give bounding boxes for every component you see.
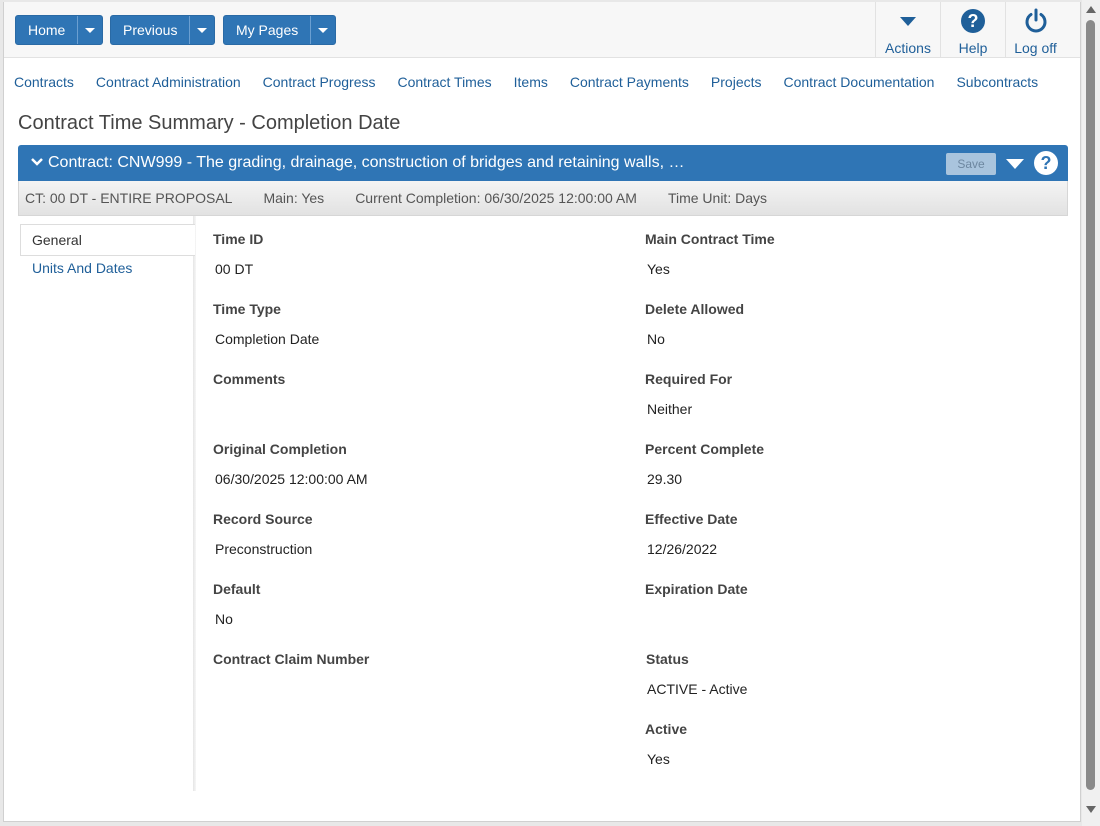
help-label: Help xyxy=(958,40,988,56)
top-toolbar: Home Previous My Pages Actions ? Help Lo… xyxy=(4,2,1080,58)
time-id-value: 00 DT xyxy=(215,261,254,277)
help-button[interactable]: ? Help xyxy=(940,2,1005,58)
actions-button[interactable]: Actions xyxy=(875,2,940,58)
tab-general[interactable]: General xyxy=(20,224,195,256)
actions-label: Actions xyxy=(885,40,931,56)
caret-down-icon[interactable] xyxy=(1006,159,1024,169)
active-label: Active xyxy=(645,721,688,737)
main-contract-time-value: Yes xyxy=(647,261,670,277)
original-completion-value: 06/30/2025 12:00:00 AM xyxy=(215,471,368,487)
save-button[interactable]: Save xyxy=(946,153,996,175)
caret-down-icon xyxy=(900,16,916,26)
required-for-value: Neither xyxy=(647,401,693,417)
time-type-label: Time Type xyxy=(213,301,281,317)
summary-time-unit: Time Unit: Days xyxy=(667,190,767,206)
caret-down-icon xyxy=(318,27,329,33)
delete-allowed-label: Delete Allowed xyxy=(645,301,745,317)
time-id-label: Time ID xyxy=(213,231,264,247)
nav-contract-administration[interactable]: Contract Administration xyxy=(96,74,241,90)
main-nav: Contracts Contract Administration Contra… xyxy=(14,74,1060,90)
logoff-button[interactable]: Log off xyxy=(1005,2,1065,58)
previous-split-button: Previous xyxy=(110,15,216,45)
contract-title: Contract: CNW999 - The grading, drainage… xyxy=(48,154,685,171)
help-icon: ? xyxy=(961,9,985,33)
scroll-up-icon[interactable] xyxy=(1086,6,1096,13)
my-pages-split-button: My Pages xyxy=(223,15,337,45)
scroll-thumb[interactable] xyxy=(1086,20,1095,790)
main-contract-time-label: Main Contract Time xyxy=(645,231,775,247)
chevron-down-icon[interactable] xyxy=(30,155,44,169)
side-tabs: General Units And Dates xyxy=(20,224,195,790)
nav-contract-progress[interactable]: Contract Progress xyxy=(263,74,376,90)
original-completion-label: Original Completion xyxy=(213,441,347,457)
home-dropdown-button[interactable] xyxy=(78,16,102,44)
active-value: Yes xyxy=(647,751,670,767)
caret-down-icon xyxy=(85,27,96,33)
vertical-scrollbar[interactable] xyxy=(1082,0,1100,826)
scroll-down-icon[interactable] xyxy=(1086,806,1096,813)
home-split-button: Home xyxy=(15,15,104,45)
summary-main: Main: Yes xyxy=(263,190,325,206)
status-label: Status xyxy=(646,651,689,667)
required-for-label: Required For xyxy=(645,371,733,387)
delete-allowed-value: No xyxy=(647,331,665,347)
app-window: Home Previous My Pages Actions ? Help Lo… xyxy=(3,2,1081,822)
nav-projects[interactable]: Projects xyxy=(711,74,762,90)
contract-header[interactable]: Contract: CNW999 - The grading, drainage… xyxy=(18,145,1068,181)
record-source-label: Record Source xyxy=(213,511,313,527)
logoff-label: Log off xyxy=(1014,40,1057,56)
effective-date-label: Effective Date xyxy=(645,511,738,527)
my-pages-button[interactable]: My Pages xyxy=(224,16,312,44)
effective-date-value: 12/26/2022 xyxy=(647,541,718,557)
page-title: Contract Time Summary - Completion Date xyxy=(18,112,401,134)
status-value: ACTIVE - Active xyxy=(647,681,748,697)
contract-claim-number-label: Contract Claim Number xyxy=(213,651,370,667)
nav-contract-times[interactable]: Contract Times xyxy=(397,74,491,90)
help-icon[interactable]: ? xyxy=(1034,151,1058,175)
nav-contracts[interactable]: Contracts xyxy=(14,74,74,90)
caret-down-icon xyxy=(197,27,208,33)
record-source-value: Preconstruction xyxy=(215,541,313,557)
percent-complete-value: 29.30 xyxy=(647,471,683,487)
expiration-date-label: Expiration Date xyxy=(645,581,748,597)
default-value: No xyxy=(215,611,233,627)
home-button[interactable]: Home xyxy=(16,16,79,44)
contract-summary-bar: CT: 00 DT - ENTIRE PROPOSAL Main: Yes Cu… xyxy=(18,181,1068,216)
power-icon xyxy=(1025,8,1046,33)
comments-label: Comments xyxy=(213,371,286,387)
nav-items[interactable]: Items xyxy=(514,74,548,90)
percent-complete-label: Percent Complete xyxy=(645,441,765,457)
time-type-value: Completion Date xyxy=(215,331,320,347)
nav-contract-payments[interactable]: Contract Payments xyxy=(570,74,689,90)
summary-ct: CT: 00 DT - ENTIRE PROPOSAL xyxy=(25,190,233,206)
tab-units-and-dates[interactable]: Units And Dates xyxy=(20,260,132,276)
previous-button[interactable]: Previous xyxy=(111,16,191,44)
default-label: Default xyxy=(213,581,261,597)
nav-subcontracts[interactable]: Subcontracts xyxy=(956,74,1038,90)
my-pages-dropdown-button[interactable] xyxy=(311,16,335,44)
previous-dropdown-button[interactable] xyxy=(190,16,214,44)
summary-current-completion: Current Completion: 06/30/2025 12:00:00 … xyxy=(355,190,637,206)
nav-contract-documentation[interactable]: Contract Documentation xyxy=(784,74,935,90)
